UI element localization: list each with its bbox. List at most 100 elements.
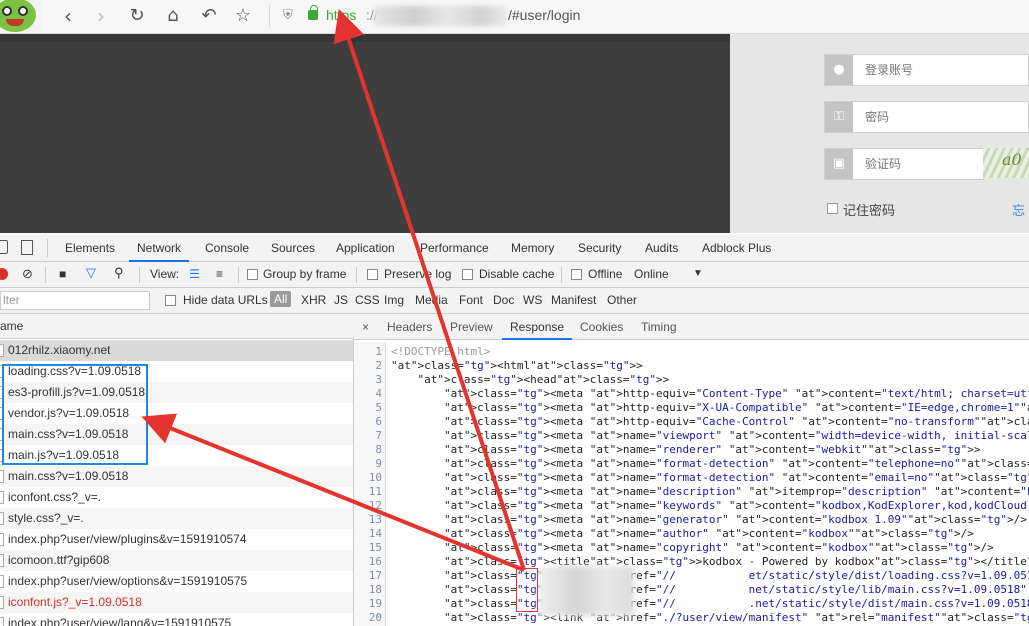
file-icon xyxy=(0,470,4,483)
devtools-tab-divider xyxy=(47,239,48,257)
overview-icon[interactable]: ≡ xyxy=(216,267,223,281)
tab-performance[interactable]: Performance xyxy=(420,234,489,262)
offline-label[interactable]: Offline xyxy=(588,267,622,281)
tab-cookies[interactable]: Cookies xyxy=(580,314,623,340)
group-by-frame-label[interactable]: Group by frame xyxy=(263,267,346,281)
table-row[interactable]: iconfont.css?_v=. xyxy=(0,487,353,508)
forward-icon[interactable]: › xyxy=(88,3,114,29)
page-header-strip xyxy=(0,34,730,42)
tab-elements[interactable]: Elements xyxy=(65,234,115,262)
reload-icon[interactable]: ↻ xyxy=(124,3,150,29)
line-number: 19 xyxy=(368,597,382,610)
code-line: "at">class="tg"><link "at">href="./?user… xyxy=(443,611,1029,624)
throttle-select[interactable]: Online xyxy=(634,267,669,281)
tab-adblock-plus[interactable]: Adblock Plus xyxy=(702,234,771,262)
request-list-header[interactable]: ame xyxy=(0,314,354,339)
forgot-link[interactable]: 忘 xyxy=(1012,200,1025,219)
table-row[interactable]: index.php?user/view/lang&v=1591910575 xyxy=(0,613,353,626)
table-row[interactable]: index.php?user/view/plugins&v=1591910574 xyxy=(0,529,353,550)
filter-type-js[interactable]: JS xyxy=(334,293,348,307)
filter-type-css[interactable]: CSS xyxy=(355,293,380,307)
filter-type-xhr[interactable]: XHR xyxy=(301,293,326,307)
large-rows-icon[interactable]: ☰ xyxy=(189,267,200,281)
code-line: "at">class="tg"><meta "at">name="keyword… xyxy=(443,499,1029,512)
tab-response[interactable]: Response xyxy=(502,314,573,340)
filter-type-img[interactable]: Img xyxy=(384,293,404,307)
device-toolbar-icon[interactable] xyxy=(21,240,33,255)
hide-data-urls-label[interactable]: Hide data URLs xyxy=(183,293,268,307)
tab-headers[interactable]: Headers xyxy=(387,314,432,340)
remember-label[interactable]: 记住密码 xyxy=(843,200,895,219)
filter-type-media[interactable]: Media xyxy=(415,293,448,307)
disable-cache-label[interactable]: Disable cache xyxy=(479,267,554,281)
password-field[interactable]: ⚿ xyxy=(824,101,1029,133)
code-line: "at">class="tg"><title"at">class="tg">>k… xyxy=(443,555,1029,568)
captcha-input[interactable] xyxy=(853,149,981,179)
tab-audits[interactable]: Audits xyxy=(645,234,678,262)
filter-type-all[interactable]: All xyxy=(270,291,292,307)
code-line: "at">class="tg"><meta "at">name="copyrig… xyxy=(443,541,994,554)
group-by-frame-checkbox[interactable] xyxy=(247,269,258,280)
code-line: "at">class="tg"><meta "at">name="rendere… xyxy=(443,443,981,456)
close-icon[interactable]: × xyxy=(362,314,369,340)
account-field[interactable]: ● xyxy=(824,54,1029,86)
response-source[interactable]: 1 <!DOCTYPE html> 2 "at">class="tg"><html"a… xyxy=(354,342,1029,626)
line-number: 1 xyxy=(375,345,382,358)
toolbar-divider xyxy=(269,5,270,27)
tab-preview[interactable]: Preview xyxy=(450,314,493,340)
search-icon[interactable]: ⚲ xyxy=(114,265,124,281)
tab-network[interactable]: Network xyxy=(129,234,190,262)
table-row[interactable]: main.css?v=1.09.0518 xyxy=(0,466,353,487)
remember-checkbox[interactable] xyxy=(827,203,838,214)
password-input[interactable] xyxy=(853,102,1023,132)
url-path[interactable]: /#user/login xyxy=(508,7,580,23)
tab-memory[interactable]: Memory xyxy=(511,234,554,262)
tab-sources[interactable]: Sources xyxy=(271,234,315,262)
hide-data-urls-checkbox[interactable] xyxy=(165,295,176,306)
chevron-down-icon[interactable]: ▼ xyxy=(693,268,703,279)
shield-icon[interactable]: ⛨ xyxy=(283,8,297,24)
tab-application[interactable]: Application xyxy=(336,234,395,262)
filter-type-font[interactable]: Font xyxy=(459,293,483,307)
highlight-box-red xyxy=(516,568,538,612)
line-number: 11 xyxy=(368,485,382,498)
filter-type-other[interactable]: Other xyxy=(607,293,637,307)
offline-checkbox[interactable] xyxy=(571,269,582,280)
preserve-log-label[interactable]: Preserve log xyxy=(384,267,451,281)
tab-security[interactable]: Security xyxy=(578,234,621,262)
url-scheme[interactable]: https xyxy=(326,7,356,23)
filter-type-doc[interactable]: Doc xyxy=(493,293,514,307)
account-input[interactable] xyxy=(853,55,1023,85)
filter-icon[interactable]: ▽ xyxy=(86,265,96,281)
table-row[interactable]: icomoon.ttf?gip608 xyxy=(0,550,353,571)
table-row[interactable]: iconfont.js?_v=1.09.0518 xyxy=(0,592,353,613)
captcha-field[interactable]: ▣ xyxy=(824,148,984,180)
back-icon[interactable]: ‹ xyxy=(55,3,81,29)
home-icon[interactable]: ⌂ xyxy=(160,3,186,29)
preserve-log-checkbox[interactable] xyxy=(367,269,378,280)
filter-type-manifest[interactable]: Manifest xyxy=(551,293,596,307)
camera-icon[interactable]: ■ xyxy=(59,267,66,281)
request-name: index.php?user/view/lang&v=1591910575 xyxy=(8,616,232,626)
tab-timing[interactable]: Timing xyxy=(641,314,677,340)
tab-console[interactable]: Console xyxy=(205,234,249,262)
clear-icon[interactable]: ⊘ xyxy=(22,266,33,282)
inspect-element-icon[interactable] xyxy=(0,240,8,254)
frog-avatar-icon[interactable] xyxy=(0,0,42,32)
table-row[interactable]: 012rhilz.xiaomy.net xyxy=(0,340,353,361)
lock-field-icon: ▣ xyxy=(825,149,853,179)
table-row[interactable]: style.css?_v=. xyxy=(0,508,353,529)
record-icon[interactable] xyxy=(0,268,8,280)
filter-type-ws[interactable]: WS xyxy=(523,293,542,307)
code-line: "at">class="tg"><html"at">class="tg">> xyxy=(391,359,643,372)
controls-divider xyxy=(238,267,239,283)
line-number: 12 xyxy=(368,499,382,512)
disable-cache-checkbox[interactable] xyxy=(462,269,473,280)
file-icon xyxy=(0,491,4,504)
bookmark-star-icon[interactable]: ☆ xyxy=(230,3,256,29)
table-row[interactable]: index.php?user/view/options&v=1591910575 xyxy=(0,571,353,592)
lock-icon xyxy=(308,5,318,20)
filter-input[interactable]: lter xyxy=(0,291,150,310)
undo-icon[interactable]: ↶ xyxy=(196,3,222,29)
line-number: 7 xyxy=(375,429,382,442)
